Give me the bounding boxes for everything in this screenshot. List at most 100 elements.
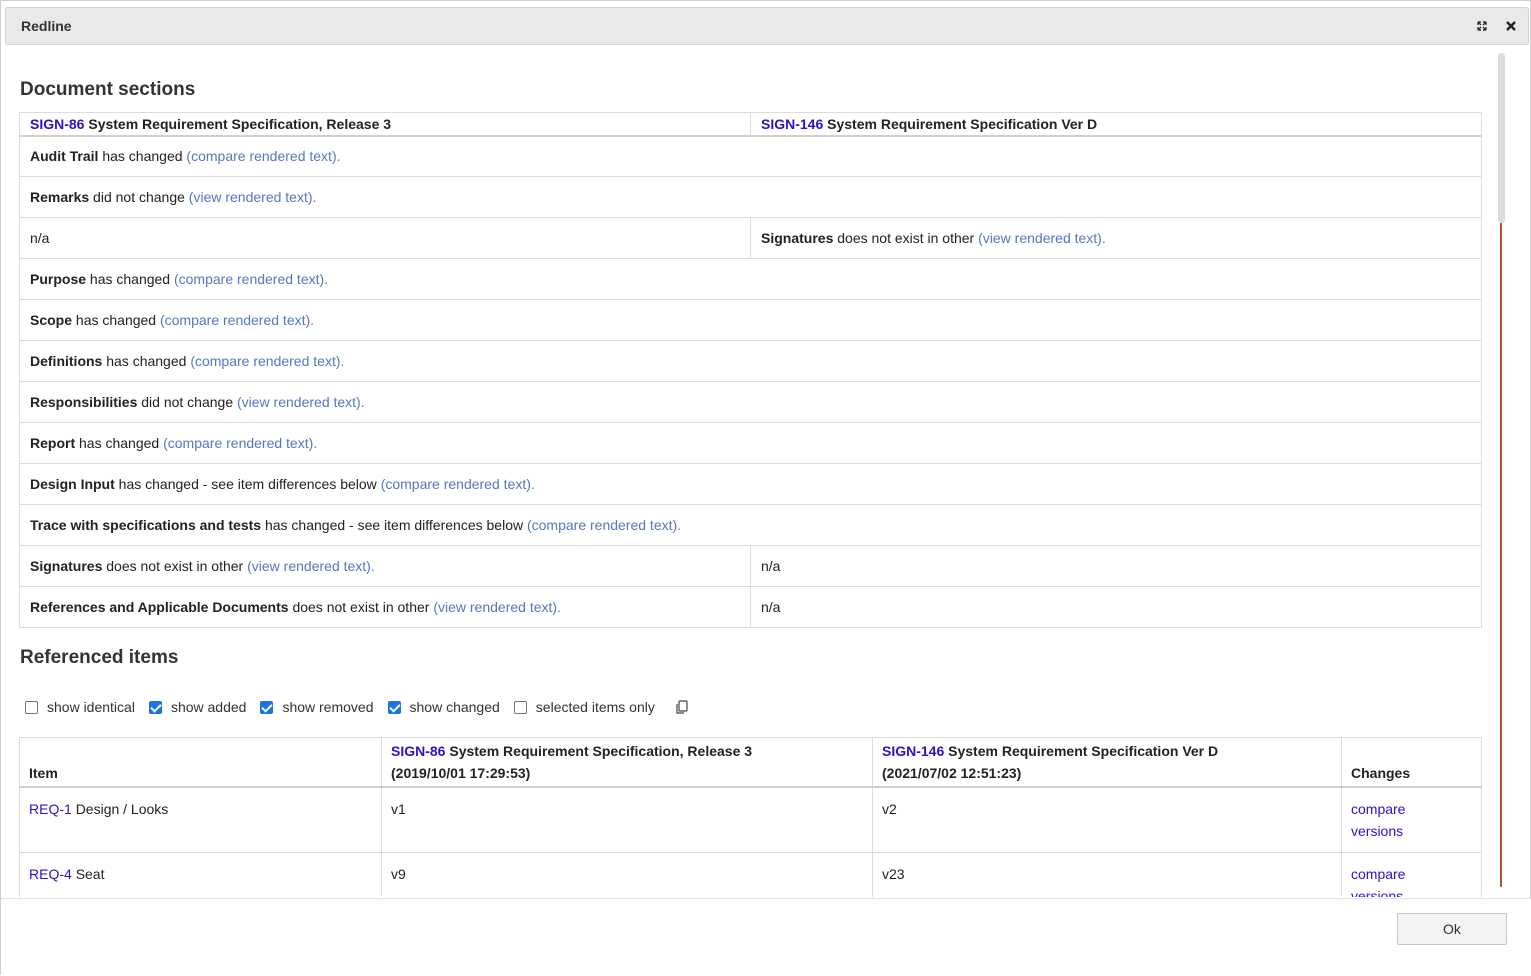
filter-label: show removed — [282, 699, 374, 715]
right-doc-title: System Requirement Specification Ver D — [827, 115, 1098, 132]
section-row: Definitions has changed (compare rendere… — [19, 340, 1482, 382]
section-name: Definitions — [30, 353, 103, 369]
right-doc-link[interactable]: SIGN-146 — [761, 116, 823, 132]
dialog-title: Redline — [21, 18, 72, 34]
view-rendered-link[interactable]: (view rendered text). — [237, 394, 365, 410]
section-status: has changed - see item differences below — [118, 476, 377, 492]
section-status: did not change — [141, 394, 234, 410]
show-removed-checkbox[interactable] — [260, 700, 274, 714]
left-version-header: SIGN-86 System Requirement Specification… — [381, 737, 873, 788]
left-doc-link[interactable]: SIGN-86 — [391, 743, 445, 759]
section-status: does not exist in other — [292, 599, 430, 615]
compare-versions-link[interactable]: compare versions — [1351, 866, 1405, 897]
filter-label: show added — [170, 699, 247, 715]
section-status: does not exist in other — [837, 230, 975, 246]
section-status: has changed — [79, 435, 160, 451]
compare-rendered-link[interactable]: (compare rendered text). — [186, 148, 340, 164]
filter-selected-only[interactable]: selected items only — [513, 699, 655, 715]
section-row: Report has changed (compare rendered tex… — [19, 422, 1482, 464]
section-row: Scope has changed (compare rendered text… — [19, 299, 1482, 341]
section-cell-right: n/a — [750, 586, 1482, 628]
filter-show-removed[interactable]: show removed — [260, 699, 374, 715]
section-cell: Report has changed (compare rendered tex… — [19, 422, 1482, 464]
view-rendered-link[interactable]: (view rendered text). — [433, 599, 561, 615]
sections-header-row: SIGN-86 System Requirement Specification… — [19, 112, 1482, 137]
section-status: has changed - see item differences below — [264, 517, 524, 533]
filter-label: selected items only — [535, 699, 655, 715]
show-identical-checkbox[interactable] — [25, 700, 38, 714]
section-name: Purpose — [30, 271, 87, 287]
referenced-items-heading: Referenced items — [20, 647, 179, 668]
section-status: has changed — [106, 353, 187, 369]
redline-dialog: Redline Document sections SIGN-86 System… — [0, 0, 1531, 976]
section-row: Remarks did not change (view rendered te… — [19, 176, 1482, 218]
copy-icon[interactable] — [675, 699, 689, 715]
filter-show-added[interactable]: show added — [148, 699, 247, 715]
close-icon[interactable] — [1503, 18, 1519, 34]
compare-rendered-link[interactable]: (compare rendered text). — [174, 271, 328, 287]
section-cell: Responsibilities did not change (view re… — [19, 381, 1482, 423]
view-rendered-link[interactable]: (view rendered text). — [978, 230, 1106, 246]
section-row: Responsibilities did not change (view re… — [19, 381, 1482, 423]
section-row: Trace with specifications and tests has … — [19, 504, 1482, 546]
left-version-cell: v1 — [381, 786, 873, 853]
section-name: Signatures — [30, 558, 103, 574]
dialog-titlebar: Redline — [5, 7, 1529, 45]
section-cell-right: Signatures does not exist in other (view… — [750, 217, 1482, 259]
changes-cell: compare versions — [1341, 786, 1482, 853]
filter-show-identical[interactable]: show identical — [25, 699, 135, 715]
versions-text: versions — [1351, 823, 1404, 839]
section-name: Report — [30, 435, 76, 451]
section-row: n/a Signatures does not exist in other (… — [19, 217, 1482, 259]
left-doc-link[interactable]: SIGN-86 — [30, 116, 84, 132]
compare-rendered-link[interactable]: (compare rendered text). — [190, 353, 344, 369]
section-status: has changed — [102, 148, 183, 165]
right-doc-title: System Requirement Specification Ver D — [948, 743, 1219, 759]
section-name: Signatures — [761, 230, 834, 246]
section-name: Responsibilities — [30, 394, 138, 410]
item-link[interactable]: REQ-1 — [29, 801, 72, 817]
section-row: Design Input has changed - see item diff… — [19, 463, 1482, 505]
section-cell: Design Input has changed - see item diff… — [19, 463, 1482, 505]
section-status: has changed — [89, 271, 171, 287]
section-cell-left: Signatures does not exist in other (view… — [19, 545, 751, 587]
left-doc-title: System Requirement Specification, Releas… — [449, 743, 753, 759]
item-name: Seat — [75, 866, 105, 882]
item-name: Design / Looks — [75, 801, 169, 817]
section-cell: Trace with specifications and tests has … — [19, 504, 1482, 546]
dialog-footer: Ok — [1, 898, 1531, 976]
dialog-content: Document sections SIGN-86 System Require… — [1, 47, 1531, 897]
ok-button[interactable]: Ok — [1397, 913, 1507, 945]
compare-versions-link[interactable]: compare versions — [1351, 801, 1405, 839]
section-name: Remarks — [30, 189, 90, 205]
scrollbar-thumb[interactable] — [1498, 53, 1505, 223]
compare-rendered-link[interactable]: (compare rendered text). — [163, 435, 317, 451]
section-cell-left: References and Applicable Documents does… — [19, 586, 751, 628]
show-changed-checkbox[interactable] — [387, 700, 401, 714]
section-row: Purpose has changed (compare rendered te… — [19, 258, 1482, 300]
view-rendered-link[interactable]: (view rendered text). — [189, 189, 317, 205]
left-doc-header: SIGN-86 System Requirement Specification… — [19, 112, 751, 137]
section-cell: Purpose has changed (compare rendered te… — [19, 258, 1482, 300]
section-name: References and Applicable Documents — [30, 599, 289, 615]
section-status: did not change — [93, 189, 185, 205]
section-row: Signatures does not exist in other (view… — [19, 545, 1482, 587]
show-added-checkbox[interactable] — [148, 700, 162, 714]
changes-cell: compare versions — [1341, 852, 1482, 897]
referenced-items-table: Item SIGN-86 System Requirement Specific… — [19, 737, 1482, 897]
item-cell: REQ-4 Seat — [19, 852, 382, 897]
view-rendered-link[interactable]: (view rendered text). — [247, 558, 375, 574]
section-row: References and Applicable Documents does… — [19, 586, 1482, 628]
compare-rendered-link[interactable]: (compare rendered text). — [381, 476, 535, 492]
section-status: does not exist in other — [106, 558, 244, 574]
section-cell-right: n/a — [750, 545, 1482, 587]
selected-items-only-checkbox[interactable] — [513, 700, 527, 714]
compare-rendered-link[interactable]: (compare rendered text). — [527, 517, 681, 533]
filter-show-changed[interactable]: show changed — [387, 699, 500, 715]
compare-rendered-link[interactable]: (compare rendered text). — [160, 312, 314, 328]
item-link[interactable]: REQ-4 — [29, 866, 72, 882]
right-doc-link[interactable]: SIGN-146 — [882, 743, 944, 759]
section-name: Trace with specifications and tests — [30, 517, 262, 533]
maximize-icon[interactable] — [1474, 18, 1490, 34]
section-status: has changed — [75, 312, 157, 328]
